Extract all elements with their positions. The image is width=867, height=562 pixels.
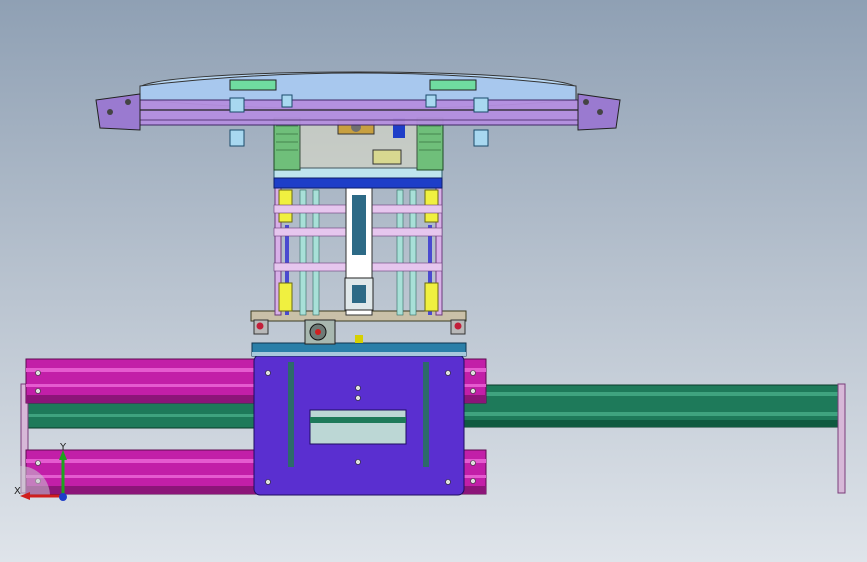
- x-axis-label: X: [14, 486, 21, 497]
- base-plate[interactable]: [251, 342, 467, 496]
- rail-end-stop-right[interactable]: [837, 383, 846, 494]
- turntable-support[interactable]: [273, 117, 444, 171]
- z-axis-dot: [59, 493, 67, 501]
- cad-model-view[interactable]: [0, 0, 867, 562]
- y-axis-label: Y: [59, 442, 67, 453]
- cad-viewport[interactable]: Y X: [0, 0, 867, 562]
- triad-plane: [20, 466, 50, 496]
- middle-mount-plate[interactable]: [250, 310, 467, 345]
- lift-column-assembly[interactable]: [273, 167, 443, 316]
- coordinate-triad: Y X: [14, 442, 67, 501]
